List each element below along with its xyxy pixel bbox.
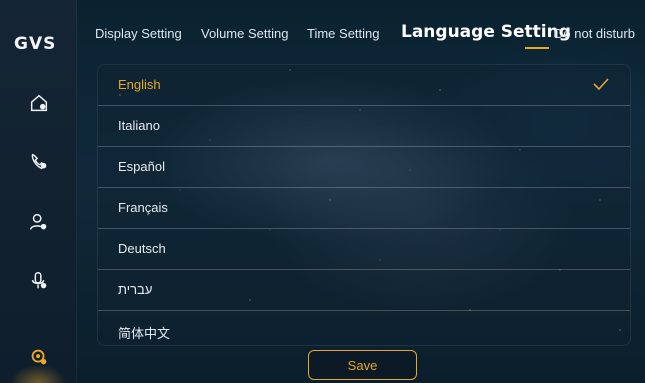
language-label: English [118, 77, 161, 92]
tab-display-setting[interactable]: Display Setting [95, 26, 182, 41]
user-settings-icon [30, 213, 47, 230]
save-button[interactable]: Save [308, 350, 417, 380]
settings-icon [31, 349, 47, 365]
tab-do-not-disturb[interactable]: Do not disturb [554, 26, 635, 41]
language-label: 简体中文 [118, 326, 171, 341]
sidebar-item-settings[interactable] [27, 345, 51, 369]
language-list: English Italiano Español Français Deutsc… [97, 64, 631, 346]
checkmark-icon [593, 78, 609, 91]
language-label: Español [118, 159, 165, 174]
language-label: Français [118, 200, 168, 215]
language-option-english[interactable]: English [98, 65, 630, 106]
sidebar-item-mic[interactable] [27, 269, 51, 293]
sidebar: GVS [0, 0, 77, 383]
language-option-espanol[interactable]: Español [98, 147, 630, 188]
settings-tabs: Display Setting Volume Setting Time Sett… [77, 0, 645, 62]
sidebar-item-home[interactable] [27, 91, 51, 115]
language-label: Italiano [118, 118, 160, 133]
home-icon [30, 94, 48, 112]
language-option-francais[interactable]: Français [98, 188, 630, 229]
sidebar-item-user-settings[interactable] [27, 210, 51, 234]
sidebar-item-phone[interactable] [27, 150, 51, 174]
language-label: עברית [118, 282, 153, 297]
tab-language-setting[interactable]: Language Setting [401, 22, 571, 42]
active-tab-indicator [525, 47, 549, 49]
language-option-hebrew[interactable]: עברית [98, 270, 630, 311]
language-label: Deutsch [118, 241, 166, 256]
language-option-deutsch[interactable]: Deutsch [98, 229, 630, 270]
language-option-italiano[interactable]: Italiano [98, 106, 630, 147]
tab-time-setting[interactable]: Time Setting [307, 26, 380, 41]
language-option-simplified-chinese[interactable]: 简体中文 [98, 311, 630, 345]
mic-icon [31, 272, 47, 289]
tab-volume-setting[interactable]: Volume Setting [201, 26, 288, 41]
app-logo: GVS [14, 34, 57, 54]
phone-icon [31, 153, 47, 170]
